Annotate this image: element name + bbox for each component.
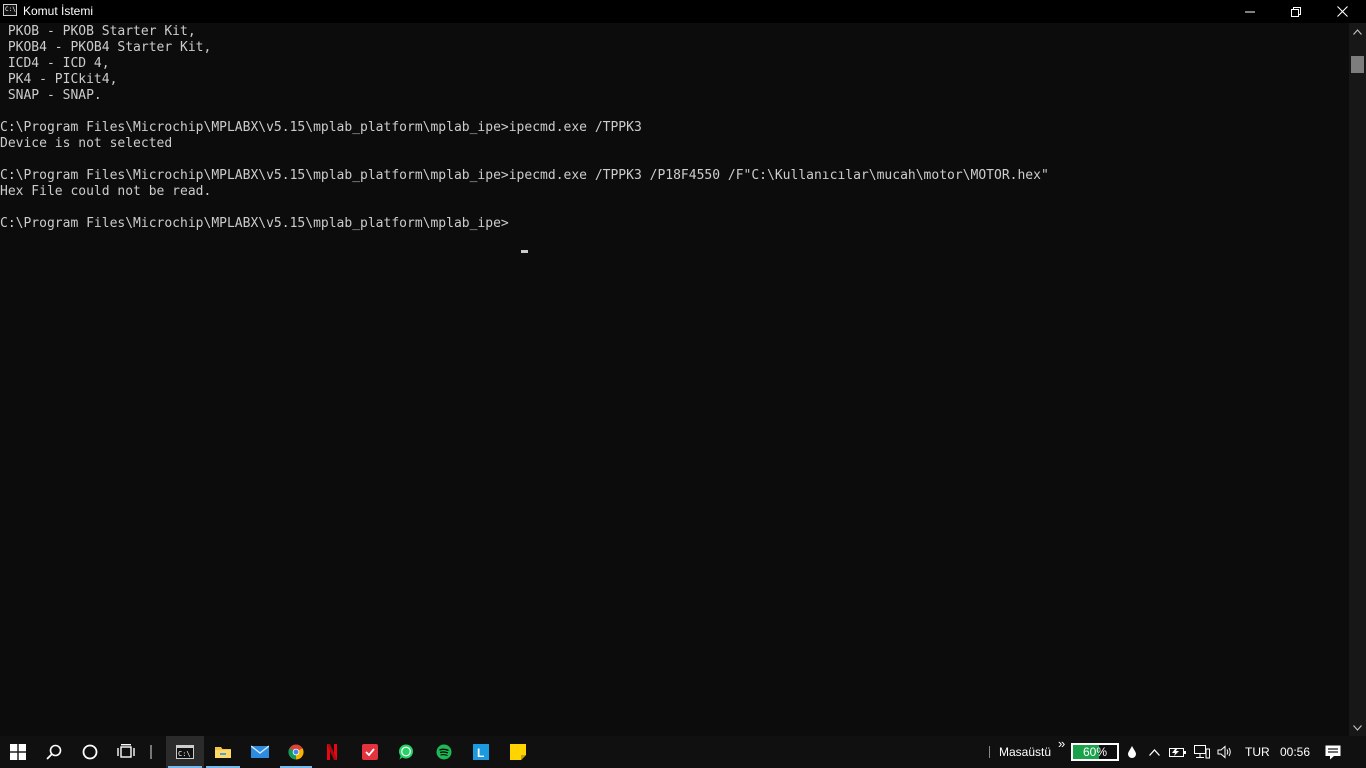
sticky-notes-icon [510, 744, 526, 760]
taskbar-divider [150, 745, 152, 759]
console-prompt: C:\Program Files\Microchip\MPLABX\v5.15\… [0, 216, 509, 231]
tray-divider [989, 746, 990, 758]
chrome-icon [288, 744, 304, 760]
taskbar-app-sticky-notes[interactable] [500, 736, 536, 768]
search-icon [46, 744, 62, 760]
volume-icon [1217, 745, 1231, 759]
spotify-icon [436, 744, 452, 760]
window-title: Komut İstemi [23, 4, 94, 18]
taskbar-app-chrome[interactable] [278, 736, 314, 768]
taskbar-app-file-explorer[interactable] [204, 736, 242, 768]
taskbar-app-spotify[interactable] [426, 736, 462, 768]
chevron-down-icon [1353, 724, 1362, 731]
restore-button[interactable] [1273, 0, 1319, 23]
taskbar-app-command-prompt[interactable]: C:\ [166, 736, 204, 768]
taskbar-app-netflix[interactable] [314, 736, 350, 768]
console-line: PKOB4 - PKOB4 Starter Kit, [0, 40, 212, 55]
netflix-icon [327, 744, 337, 760]
text-cursor [521, 250, 528, 253]
cmd-icon: C:\ [176, 745, 194, 759]
taskbar-app-l[interactable]: L [463, 736, 499, 768]
network-tray-button[interactable] [1192, 736, 1212, 768]
cortana-button[interactable] [72, 736, 108, 768]
task-view-button[interactable] [108, 736, 144, 768]
show-hidden-icons-button[interactable] [1145, 736, 1163, 768]
folder-icon [215, 747, 231, 758]
drop-icon [1128, 746, 1136, 758]
scroll-down-button[interactable] [1349, 719, 1366, 736]
chevron-up-icon [1353, 28, 1362, 35]
console-output[interactable]: PKOB - PKOB Starter Kit, PKOB4 - PKOB4 S… [0, 23, 1349, 736]
task-view-icon [117, 744, 135, 758]
console-line: PKOB - PKOB Starter Kit, [0, 24, 196, 39]
title-bar[interactable]: C:\. Komut İstemi [0, 0, 1366, 23]
l-app-icon: L [473, 744, 489, 760]
console-line: Device is not selected [0, 136, 173, 151]
whatsapp-icon [399, 744, 413, 760]
console-line: C:\Program Files\Microchip\MPLABX\v5.15\… [0, 120, 642, 135]
console-line: ICD4 - ICD 4, [0, 56, 110, 71]
close-button[interactable] [1319, 0, 1365, 23]
battery-percentage-text: 60% [1082, 745, 1108, 759]
windows-logo-icon [10, 744, 26, 760]
minimize-button[interactable] [1227, 0, 1273, 23]
cortana-circle-icon [82, 744, 98, 760]
taskbar: C:\ L Masaüstü » 60% TUR 00:56 [0, 736, 1366, 768]
vertical-scrollbar[interactable] [1349, 23, 1366, 736]
console-line: SNAP - SNAP. [0, 88, 102, 103]
input-language-indicator[interactable]: TUR [1245, 736, 1270, 768]
taskbar-app-mail[interactable] [242, 736, 278, 768]
battery-percentage-widget[interactable]: 60% [1071, 743, 1119, 761]
scroll-thumb[interactable] [1351, 56, 1364, 73]
battery-tray-button[interactable] [1168, 736, 1188, 768]
taskbar-app-red[interactable] [352, 736, 388, 768]
notifications-icon [1325, 745, 1341, 759]
restore-icon [1291, 6, 1301, 17]
close-icon [1336, 6, 1348, 17]
search-button[interactable] [36, 736, 72, 768]
console-line: Hex File could not be read. [0, 184, 212, 199]
network-icon [1194, 745, 1210, 759]
action-center-button[interactable] [1316, 736, 1350, 768]
battery-charging-icon [1169, 748, 1186, 757]
start-button[interactable] [0, 736, 36, 768]
clock-time[interactable]: 00:56 [1280, 736, 1310, 768]
taskbar-app-whatsapp[interactable] [388, 736, 424, 768]
command-prompt-icon[interactable]: C:\. [3, 4, 17, 16]
minimize-icon [1245, 11, 1255, 12]
console-line: C:\Program Files\Microchip\MPLABX\v5.15\… [0, 168, 1049, 183]
svg-text:C:\: C:\ [178, 750, 191, 758]
volume-tray-button[interactable] [1215, 736, 1235, 768]
mail-icon [251, 745, 269, 758]
chevron-up-icon [1148, 748, 1160, 756]
toolbar-overflow-chevron-icon[interactable]: » [1058, 728, 1065, 760]
desktop-toolbar-label[interactable]: Masaüstü [999, 736, 1051, 768]
svg-text:L: L [477, 746, 484, 760]
red-app-icon [362, 744, 378, 760]
scroll-up-button[interactable] [1349, 23, 1366, 40]
drop-icon-button[interactable] [1124, 736, 1140, 768]
console-line: PK4 - PICkit4, [0, 72, 118, 87]
